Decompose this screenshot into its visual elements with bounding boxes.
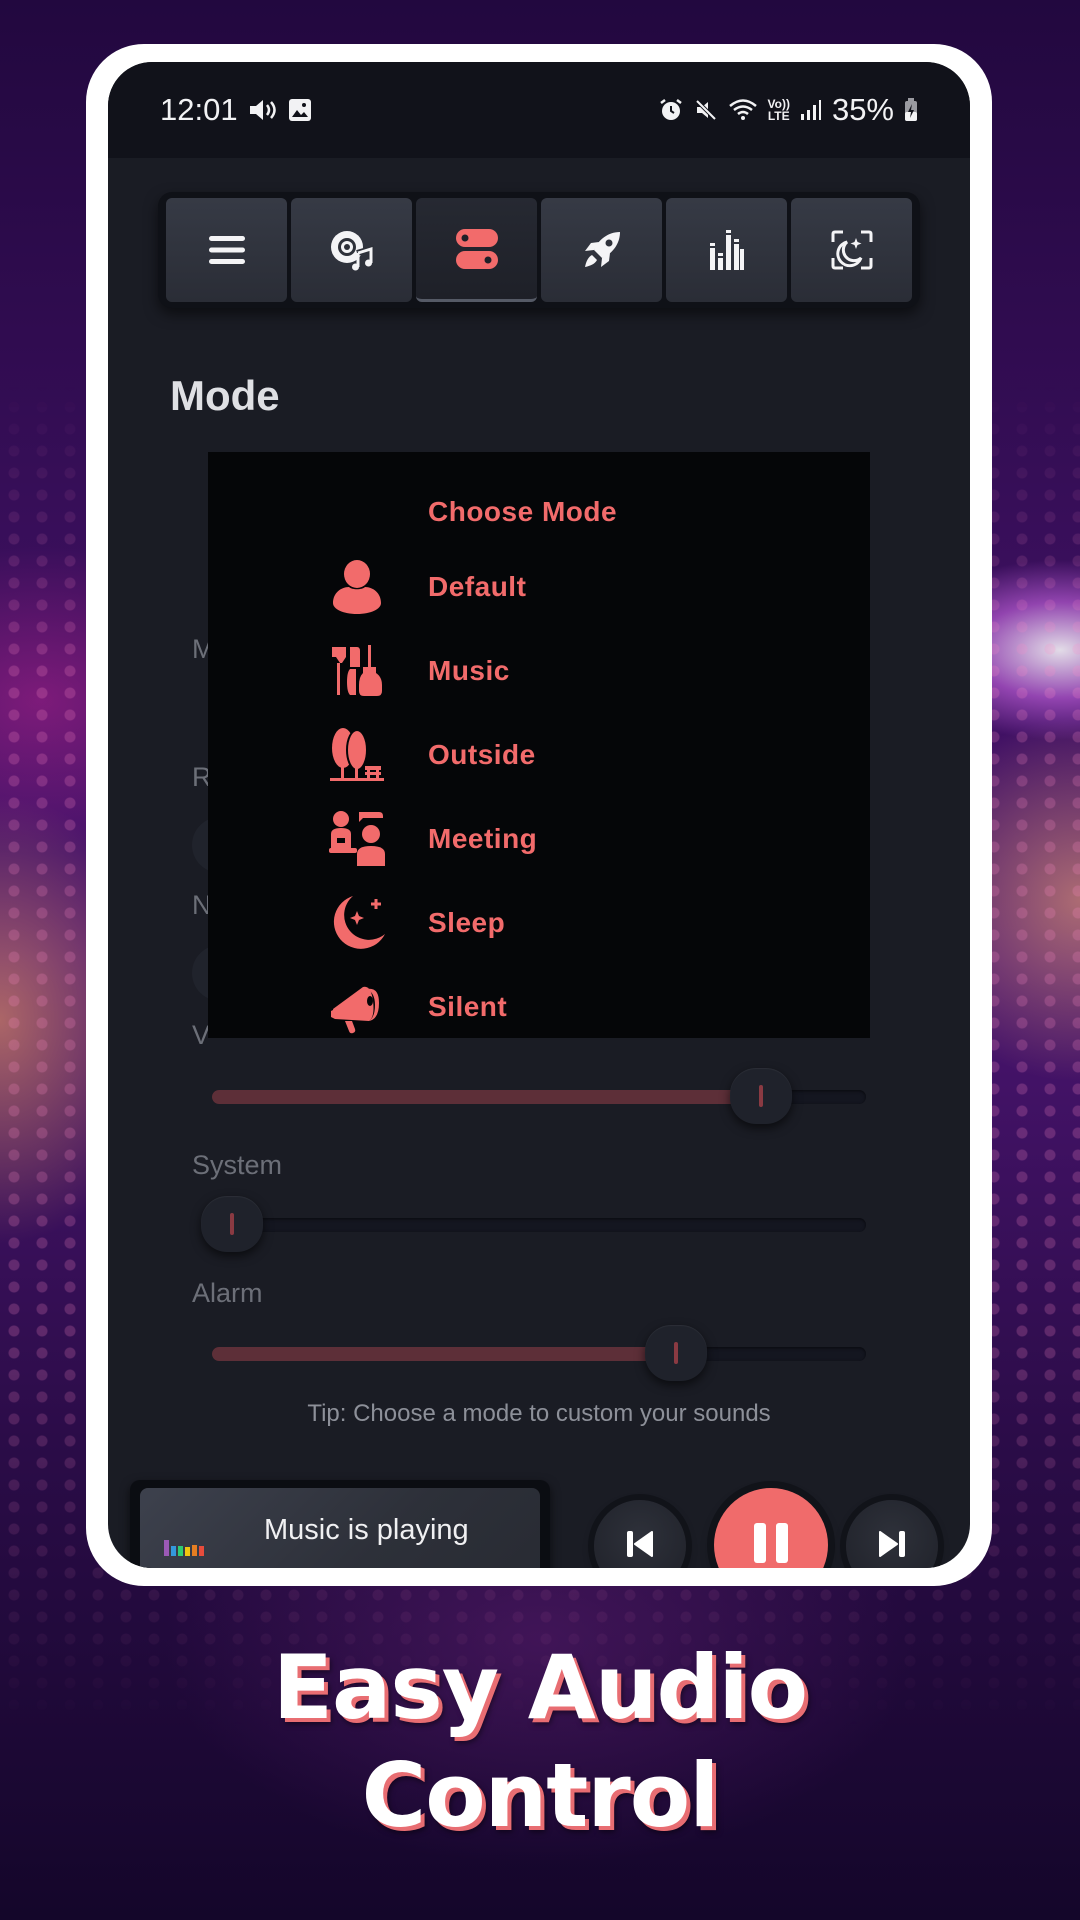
signal-icon [800, 99, 822, 121]
equalizer-icon [709, 229, 745, 271]
tab-boost[interactable] [541, 198, 662, 302]
now-playing-status: Music is playing [264, 1514, 469, 1546]
eq-bar [178, 1546, 183, 1556]
menu-icon [208, 234, 246, 266]
page-title: Mode [170, 372, 280, 419]
toggle-icon [455, 228, 499, 270]
meeting-icon [328, 810, 386, 868]
mode-option-music[interactable]: Music [328, 638, 748, 704]
alarm-volume-slider[interactable] [212, 1325, 866, 1381]
eq-bar [164, 1540, 169, 1556]
next-button[interactable] [846, 1500, 938, 1568]
wifi-icon [728, 98, 758, 122]
promo-headline-line2: Control [361, 1744, 720, 1847]
previous-button[interactable] [594, 1500, 686, 1568]
system-volume-slider[interactable] [200, 1196, 866, 1252]
mode-option-label: Meeting [428, 823, 538, 854]
tab-music-disc[interactable] [291, 198, 412, 302]
moon-scan-icon [831, 230, 873, 270]
mode-option-sleep[interactable]: Sleep [328, 890, 748, 956]
person-icon [328, 558, 386, 616]
disc-music-icon [329, 229, 375, 271]
mode-option-label: Sleep [428, 907, 506, 938]
tab-mode[interactable] [416, 198, 537, 302]
clock: 12:01 [160, 92, 238, 127]
slider-thumb[interactable] [200, 1196, 263, 1252]
alarm-icon [658, 97, 684, 123]
pause-icon [752, 1521, 790, 1569]
battery-charging-icon [904, 98, 918, 122]
mode-option-label: Default [428, 571, 527, 602]
equalizer-bars-icon [164, 1540, 204, 1556]
top-toolbar [158, 192, 920, 308]
mute-icon [694, 98, 718, 122]
status-bar: 12:01 Vo)) LTE 35% [108, 62, 970, 158]
tab-night[interactable] [791, 198, 912, 302]
phone-frame: 12:01 Vo)) LTE 35% Mode M R N V System A… [86, 44, 992, 1586]
slider-fill [212, 1090, 762, 1104]
trees-icon [328, 726, 386, 784]
volume-icon [248, 97, 278, 123]
megaphone-icon [328, 978, 386, 1036]
mode-option-silent[interactable]: Silent [328, 974, 748, 1040]
skip-next-icon [876, 1528, 908, 1565]
rocket-icon [582, 230, 622, 270]
now-playing-button[interactable]: Music is playing [140, 1488, 540, 1568]
promo-headline-line1: Easy Audio [272, 1636, 808, 1739]
instruments-icon [328, 642, 386, 700]
alarm-label: Alarm [192, 1278, 263, 1308]
volte-icon: Vo)) LTE [767, 97, 790, 123]
skip-previous-icon [624, 1528, 656, 1565]
slider-fill [212, 1347, 677, 1361]
now-playing-panel: Music is playing [130, 1480, 550, 1568]
eq-bar [199, 1546, 204, 1556]
eq-bar [171, 1546, 176, 1556]
dialog-title: Choose Mode [428, 496, 618, 527]
choose-mode-dialog: Choose Mode Default Music Outside Meetin… [208, 452, 870, 1038]
system-label: System [192, 1150, 283, 1180]
pause-button[interactable] [714, 1488, 828, 1568]
mode-option-meeting[interactable]: Meeting [328, 806, 748, 872]
app-screen: 12:01 Vo)) LTE 35% Mode M R N V System A… [108, 62, 970, 1568]
mode-option-outside[interactable]: Outside [328, 722, 748, 788]
music-player: Music is playing [130, 1472, 950, 1568]
mode-option-label: Silent [428, 991, 508, 1022]
moon-icon [328, 894, 386, 952]
tab-equalizer[interactable] [666, 198, 787, 302]
mode-option-label: Music [428, 655, 510, 686]
eq-bar [192, 1545, 197, 1556]
tip-text: Tip: Choose a mode to custom your sounds [307, 1400, 771, 1427]
mode-option-label: Outside [428, 739, 536, 770]
battery-percent: 35% [831, 92, 894, 127]
tab-menu[interactable] [166, 198, 287, 302]
eq-bar [185, 1547, 190, 1556]
slider-thumb[interactable] [730, 1068, 793, 1124]
voice-volume-slider[interactable] [212, 1068, 866, 1124]
image-icon [288, 98, 312, 122]
slider-thumb[interactable] [645, 1325, 708, 1381]
mode-option-default[interactable]: Default [328, 554, 748, 620]
